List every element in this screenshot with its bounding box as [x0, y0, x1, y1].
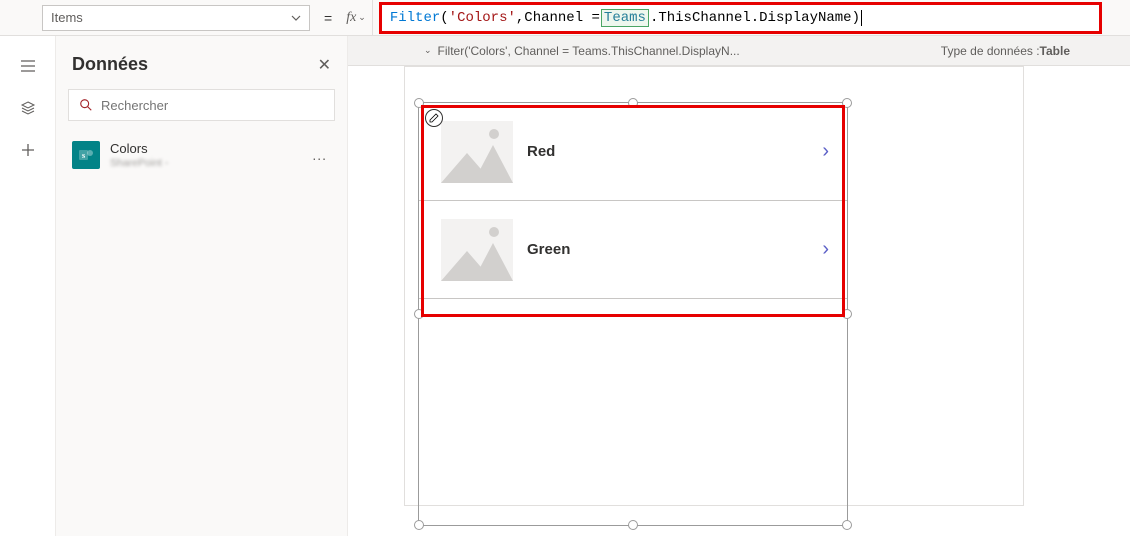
gallery-selection[interactable]: Red › Green › — [418, 102, 848, 526]
panel-title: Données — [72, 54, 148, 75]
resize-handle[interactable] — [414, 520, 424, 530]
more-icon[interactable]: ... — [308, 147, 331, 163]
search-input[interactable] — [101, 98, 324, 113]
datasource-subtitle: SharePoint - — [110, 157, 298, 169]
datasource-row[interactable]: s Colors SharePoint - ... — [68, 135, 335, 175]
resize-handle[interactable] — [842, 309, 852, 319]
close-icon[interactable]: ✕ — [318, 55, 331, 75]
image-placeholder-icon — [441, 219, 513, 281]
resize-handle[interactable] — [628, 98, 638, 108]
result-type: Type de données :Table — [941, 44, 1130, 58]
edit-icon[interactable] — [425, 109, 443, 127]
resize-handle[interactable] — [414, 309, 424, 319]
canvas: Red › Green › — [348, 66, 1130, 533]
gallery-item[interactable]: Green › — [419, 201, 847, 299]
gallery-item-label: Red — [527, 143, 808, 160]
hamburger-icon[interactable] — [20, 58, 36, 74]
chevron-right-icon[interactable]: › — [822, 140, 829, 163]
chevron-down-icon: ⌄ — [424, 45, 432, 56]
chevron-right-icon[interactable]: › — [822, 238, 829, 261]
gallery-item[interactable]: Red › — [419, 103, 847, 201]
gallery-item-label: Green — [527, 241, 808, 258]
sharepoint-icon: s — [72, 141, 100, 169]
text-cursor — [861, 10, 862, 26]
datasource-name: Colors — [110, 141, 298, 157]
formula-bar-row: Items = fx ⌄ Filter('Colors', Channel = … — [0, 0, 1130, 36]
resize-handle[interactable] — [628, 520, 638, 530]
plus-icon[interactable] — [20, 142, 36, 158]
equals-label: = — [318, 10, 338, 26]
resize-handle[interactable] — [842, 98, 852, 108]
result-left[interactable]: ⌄ Filter('Colors', Channel = Teams.ThisC… — [424, 44, 941, 58]
panel-header: Données ✕ — [68, 48, 335, 89]
resize-handle[interactable] — [414, 98, 424, 108]
image-placeholder-icon — [441, 121, 513, 183]
resize-handle[interactable] — [842, 520, 852, 530]
data-panel: Données ✕ s Colors SharePoint - ... — [56, 36, 348, 536]
result-preview-text: Filter('Colors', Channel = Teams.ThisCha… — [438, 44, 740, 58]
search-icon — [79, 98, 93, 112]
fx-label[interactable]: fx ⌄ — [346, 0, 373, 35]
chevron-down-icon — [291, 13, 301, 23]
database-layers-icon[interactable] — [20, 100, 36, 116]
left-rail — [0, 36, 56, 536]
svg-text:s: s — [82, 151, 85, 160]
property-selector[interactable]: Items — [42, 5, 310, 31]
formula-input[interactable]: Filter('Colors', Channel = Teams.ThisCha… — [381, 4, 1100, 32]
chevron-down-icon: ⌄ — [358, 12, 366, 23]
property-selector-value: Items — [51, 10, 83, 25]
search-box[interactable] — [68, 89, 335, 121]
